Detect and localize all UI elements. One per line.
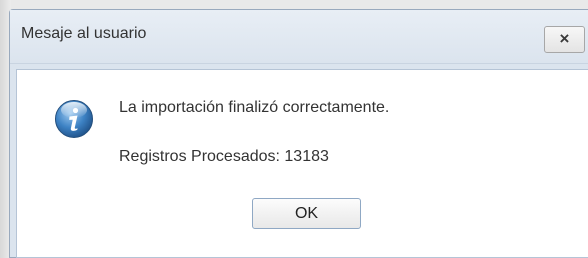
dialog-body: La importación finalizó correctamente. R… <box>16 69 588 258</box>
dialog-titlebar[interactable]: Mesaje al usuario × <box>10 10 588 64</box>
ok-button[interactable]: OK <box>252 198 361 229</box>
dialog-title: Mesaje al usuario <box>21 25 147 42</box>
message-dialog: Mesaje al usuario × La importación final… <box>9 9 588 258</box>
info-icon <box>55 100 93 138</box>
dialog-message: La importación finalizó correctamente. <box>119 99 390 116</box>
close-button[interactable]: × <box>544 26 585 53</box>
processed-records-text: Registros Procesados: 13183 <box>119 148 329 165</box>
